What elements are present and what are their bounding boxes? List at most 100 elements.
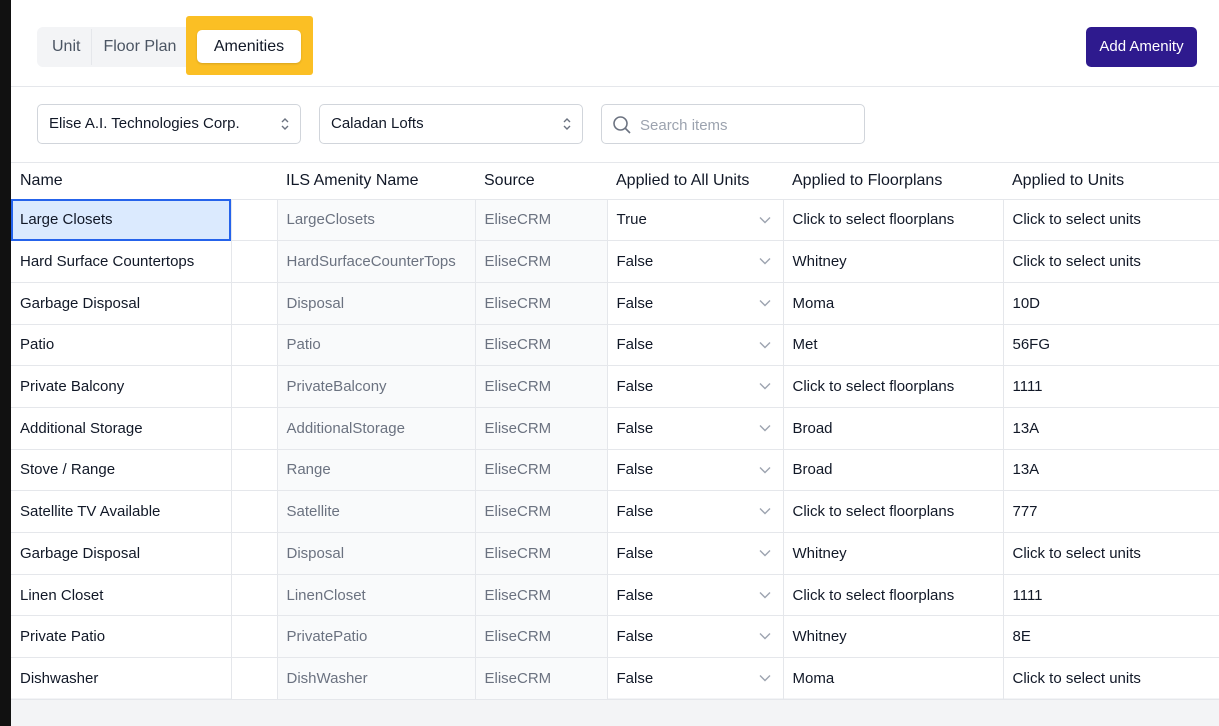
table-row[interactable]: Private Patio PrivatePatio EliseCRM False Wh… [11,615,1219,659]
chevron-down-icon [759,550,770,557]
chevron-down-icon [759,341,770,349]
applied-floorplans-cell[interactable]: Click to select floorplans [783,490,1004,533]
applied-all-units-select[interactable]: False [607,282,784,325]
spacer-cell [231,574,278,617]
table-row[interactable]: Garbage Disposal Disposal EliseCRM False Whi… [11,532,1219,575]
source-cell: EliseCRM [475,324,608,367]
amenity-name-cell[interactable]: Garbage Disposal [11,532,232,575]
applied-units-cell[interactable]: 56FG [1003,324,1219,367]
applied-all-units-value: False [616,544,654,562]
amenity-name-cell[interactable]: Linen Closet [11,574,232,617]
applied-all-units-select[interactable]: False [607,407,784,450]
source-cell: EliseCRM [475,615,608,659]
source-cell: EliseCRM [475,490,608,533]
applied-all-units-select[interactable]: True [607,199,784,242]
amenity-name-cell[interactable]: Additional Storage [11,407,232,450]
column-header-applied-units[interactable]: Applied to Units [1003,163,1219,200]
applied-all-units-select[interactable]: False [607,574,784,617]
applied-units-cell[interactable]: 777 [1003,490,1219,533]
source-cell: EliseCRM [475,532,608,575]
amenity-name-cell[interactable]: Stove / Range [11,449,232,492]
search-input[interactable] [640,114,850,136]
add-amenity-button[interactable]: Add Amenity [1086,27,1197,67]
applied-all-units-select[interactable]: False [607,324,784,367]
amenities-page: Unit Floor Plan Amenities Add Amenity El… [11,0,1219,700]
applied-units-cell[interactable]: 13A [1003,449,1219,492]
applied-all-units-select[interactable]: False [607,365,784,408]
amenity-name-cell[interactable]: Private Balcony [11,365,232,408]
column-header-source[interactable]: Source [475,163,607,200]
applied-floorplans-cell[interactable]: Broad [783,407,1004,450]
applied-units-cell[interactable]: 1111 [1003,574,1219,617]
table-row[interactable]: Patio Patio EliseCRM False Met 56FG [11,324,1219,367]
amenity-name-cell[interactable]: Hard Surface Countertops [11,240,232,283]
applied-all-units-select[interactable]: False [607,240,784,283]
applied-units-cell[interactable]: 1111 [1003,365,1219,408]
ils-name-cell: Range [277,449,476,492]
applied-all-units-select[interactable]: False [607,657,784,700]
applied-units-cell[interactable]: Click to select units [1003,532,1219,575]
chevron-down-icon [759,591,770,599]
table-row[interactable]: Garbage Disposal Disposal EliseCRM False Mom… [11,282,1219,325]
tab-floor-plan[interactable]: Floor Plan [92,31,187,63]
spacer-cell [231,532,278,575]
applied-floorplans-cell[interactable]: Whitney [783,615,1004,659]
applied-floorplans-cell[interactable]: Whitney [783,240,1004,283]
property-select-value: Caladan Lofts [331,115,424,132]
source-cell: EliseCRM [475,199,608,242]
spacer-cell [231,240,278,283]
applied-floorplans-cell[interactable]: Moma [783,282,1004,325]
applied-floorplans-cell[interactable]: Broad [783,449,1004,492]
amenity-name-cell[interactable]: Garbage Disposal [11,282,232,325]
table-row[interactable]: Large Closets LargeClosets EliseCRM True Cli… [11,199,1219,242]
applied-all-units-select[interactable]: False [607,449,784,492]
select-chevron-icon [563,118,571,130]
table-row[interactable]: Satellite TV Available Satellite EliseCRM F… [11,490,1219,533]
tab-amenities[interactable]: Amenities [197,30,301,63]
filter-bar: Elise A.I. Technologies Corp. Caladan Lo… [11,87,1219,163]
table-row[interactable]: Linen Closet LinenCloset EliseCRM False Clic… [11,574,1219,617]
table-row[interactable]: Stove / Range Range EliseCRM False Broad 13A [11,449,1219,492]
column-header-ils-name[interactable]: ILS Amenity Name [277,163,475,200]
table-row[interactable]: Dishwasher DishWasher EliseCRM False Moma Cli… [11,657,1219,700]
source-cell: EliseCRM [475,449,608,492]
applied-floorplans-cell[interactable]: Moma [783,657,1004,700]
applied-units-cell[interactable]: Click to select units [1003,199,1219,242]
amenity-name-cell[interactable]: Patio [11,324,232,367]
applied-all-units-select[interactable]: False [607,615,784,659]
column-header-applied-all[interactable]: Applied to All Units [607,163,783,200]
applied-all-units-select[interactable]: False [607,532,784,575]
column-header-applied-floorplans[interactable]: Applied to Floorplans [783,163,1003,200]
amenity-name-cell[interactable]: Large Closets [11,199,232,242]
amenity-name-cell[interactable]: Private Patio [11,615,232,659]
applied-floorplans-cell[interactable]: Met [783,324,1004,367]
applied-units-cell[interactable]: 10D [1003,282,1219,325]
table-row[interactable]: Private Balcony PrivateBalcony EliseCRM Fal… [11,365,1219,408]
ils-name-cell: LargeClosets [277,199,476,242]
table-row[interactable]: Additional Storage AdditionalStorage Elise… [11,407,1219,450]
amenity-name-cell[interactable]: Satellite TV Available [11,490,232,533]
applied-floorplans-cell[interactable]: Whitney [783,532,1004,575]
amenity-name-cell[interactable]: Dishwasher [11,657,232,700]
chevron-down-icon [759,216,770,223]
applied-floorplans-cell[interactable]: Click to select floorplans [783,199,1004,242]
applied-all-units-value: False [616,503,654,521]
applied-all-units-select[interactable]: False [607,490,784,533]
spacer-cell [231,490,278,533]
table-row[interactable]: Hard Surface Countertops HardSurfaceCount… [11,240,1219,283]
applied-units-cell[interactable]: Click to select units [1003,240,1219,283]
ils-name-cell: HardSurfaceCounterTops [277,240,476,283]
applied-units-cell[interactable]: Click to select units [1003,657,1219,700]
chevron-down-icon [759,633,770,640]
applied-units-cell[interactable]: 13A [1003,407,1219,450]
tab-unit[interactable]: Unit [41,31,91,63]
applied-floorplans-cell[interactable]: Click to select floorplans [783,365,1004,408]
applied-units-cell[interactable]: 8E [1003,615,1219,659]
source-cell: EliseCRM [475,282,608,325]
column-header-name[interactable]: Name [11,163,231,200]
source-cell: EliseCRM [475,657,608,700]
company-select[interactable]: Elise A.I. Technologies Corp. [37,104,301,144]
applied-floorplans-cell[interactable]: Click to select floorplans [783,574,1004,617]
ils-name-cell: Disposal [277,282,476,325]
property-select[interactable]: Caladan Lofts [319,104,583,144]
